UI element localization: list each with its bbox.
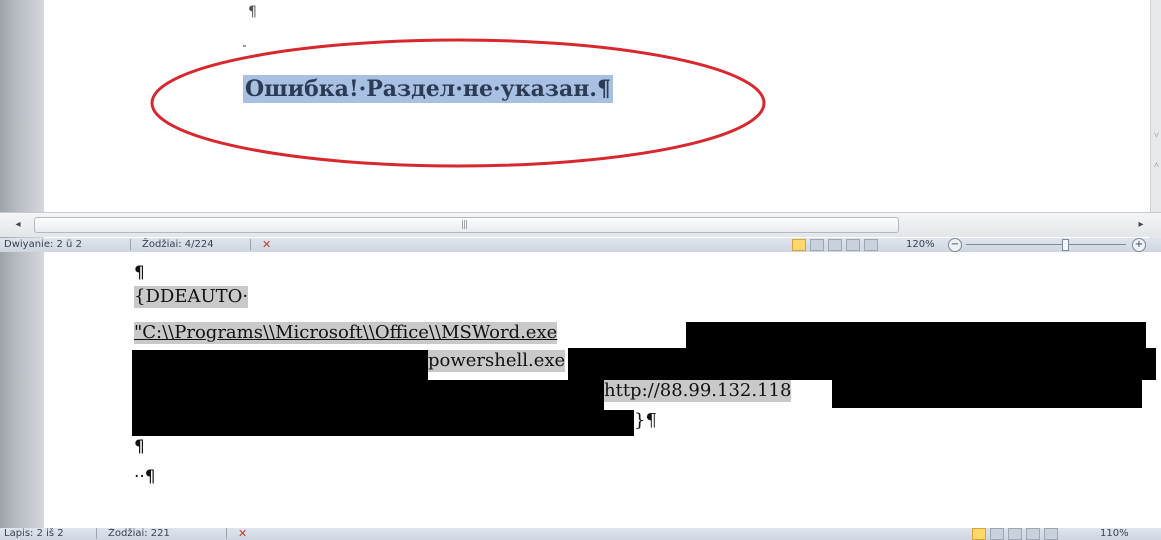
redaction-block: [568, 348, 1156, 380]
print-layout-view-icon[interactable]: [972, 528, 986, 540]
paragraph-mark: ¶: [134, 263, 145, 283]
zoom-slider-track[interactable]: [966, 244, 1126, 245]
web-layout-view-icon[interactable]: [828, 239, 842, 251]
page-count[interactable]: Dwiyanie: 2 ü 2: [4, 239, 82, 250]
grip-icon: |||: [461, 220, 468, 230]
status-bar: Dwiyanie: 2 ü 2 Žodžiai: 4/224 ✕ 120% − …: [0, 238, 1161, 252]
outline-view-icon[interactable]: [846, 239, 860, 251]
scroll-up-mark: ˄: [1153, 160, 1159, 170]
document-pane-bottom[interactable]: ¶ {DDEAUTO· "C:\\Programs\\Microsoft\\Of…: [0, 252, 1161, 528]
left-margin: [0, 0, 44, 238]
paragraph-mark: ¶: [248, 4, 257, 20]
redaction-block: [132, 380, 604, 410]
divider: [226, 528, 227, 539]
full-screen-view-icon[interactable]: [990, 528, 1004, 540]
page-count[interactable]: Lapis: 2 iš 2: [4, 528, 64, 539]
status-bar: Lapis: 2 iš 2 Žodžiai: 221 ✕ 110%: [0, 528, 1161, 540]
red-circle-annotation: [150, 38, 766, 168]
divider: [96, 528, 97, 539]
field-code-powershell[interactable]: powershell.exe: [428, 350, 566, 372]
word-count[interactable]: Žodžiai: 4/224: [142, 239, 214, 250]
draft-view-icon[interactable]: [864, 239, 878, 251]
scroll-left-icon[interactable]: ◂: [10, 217, 26, 233]
zoom-slider-thumb[interactable]: [1062, 239, 1069, 251]
zoom-in-icon[interactable]: +: [1132, 238, 1146, 252]
scrollbar-thumb[interactable]: |||: [34, 217, 899, 233]
proofing-icon[interactable]: ✕: [262, 238, 271, 251]
paragraph-mark: ¶: [134, 437, 145, 457]
left-margin: [0, 252, 44, 528]
field-code-start[interactable]: {DDEAUTO·: [134, 286, 249, 308]
document-pane-top[interactable]: ˅ ˄ ¶ Ошибка!·Раздел·не·указан.¶ ◂ ||| ▸: [0, 0, 1161, 238]
redaction-block: [686, 322, 1146, 350]
scroll-right-icon[interactable]: ▸: [1133, 217, 1149, 233]
outline-view-icon[interactable]: [1026, 528, 1040, 540]
word-count[interactable]: Žodžiai: 221: [108, 528, 170, 539]
zoom-level[interactable]: 110%: [1100, 528, 1129, 539]
draft-view-icon[interactable]: [1044, 528, 1058, 540]
field-code-end[interactable]: }¶: [634, 410, 657, 432]
scroll-down-mark: ˅: [1153, 130, 1159, 140]
proofing-icon[interactable]: ✕: [238, 528, 247, 540]
zoom-level[interactable]: 120%: [906, 239, 935, 250]
field-code-path[interactable]: "C:\\Programs\\Microsoft\\Office\\MSWord…: [134, 322, 558, 344]
divider: [250, 239, 251, 250]
paragraph-mark: ··¶: [134, 467, 156, 487]
web-layout-view-icon[interactable]: [1008, 528, 1022, 540]
print-layout-view-icon[interactable]: [792, 239, 806, 251]
divider: [130, 239, 131, 250]
redaction-block: [132, 410, 634, 436]
redaction-block: [832, 378, 1142, 408]
horizontal-scrollbar[interactable]: ◂ ||| ▸: [0, 212, 1161, 237]
redaction-block: [132, 350, 428, 380]
zoom-out-icon[interactable]: −: [948, 238, 962, 252]
field-code-url[interactable]: http://88.99.132.118: [604, 380, 792, 402]
vertical-scrollbar[interactable]: ˅ ˄: [1150, 0, 1161, 238]
full-screen-view-icon[interactable]: [810, 239, 824, 251]
